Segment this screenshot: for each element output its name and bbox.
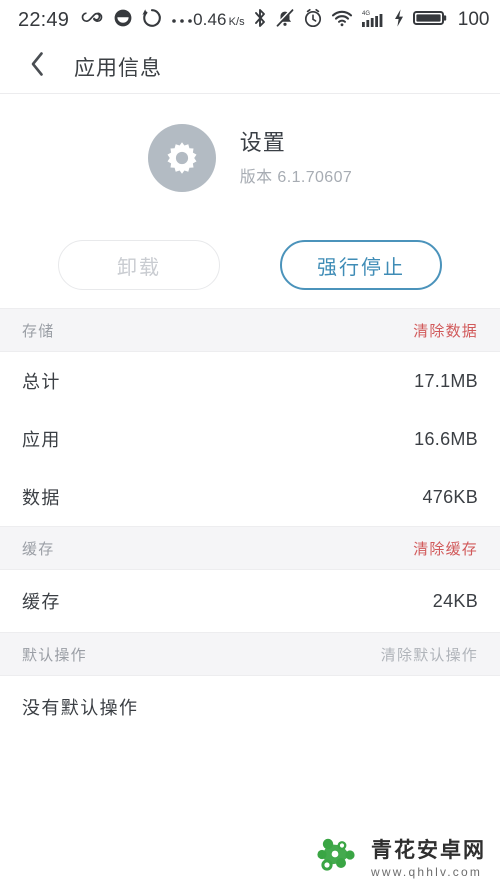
section-title-cache: 缓存 <box>22 540 55 558</box>
alarm-icon <box>303 8 323 33</box>
section-header-cache: 缓存 清除缓存 <box>0 526 500 570</box>
table-row: 总计 17.1MB <box>0 352 500 410</box>
row-label-cache: 缓存 <box>22 592 61 612</box>
title-bar: 应用信息 <box>0 40 500 94</box>
clear-data-button[interactable]: 清除数据 <box>413 320 478 341</box>
watermark-logo-icon <box>316 836 362 881</box>
section-header-default-actions: 默认操作 清除默认操作 <box>0 632 500 676</box>
status-bar-clock: 22:49 <box>18 8 70 31</box>
infinity-icon <box>80 10 104 31</box>
status-bar-right-icons: 0.46 K/s 4G 100 <box>193 7 490 33</box>
row-label-app: 应用 <box>22 430 61 450</box>
status-bar: 22:49 0.46 K/s 4G 100 <box>0 0 500 40</box>
data-rate-unit: K/s <box>228 16 245 28</box>
gear-icon <box>147 124 216 192</box>
more-dots-icon <box>171 11 193 29</box>
battery-percent-label: 100 <box>457 9 490 30</box>
sync-icon <box>142 8 162 33</box>
clear-defaults-button: 清除默认操作 <box>380 646 478 664</box>
app-version: 版本 6.1.70607 <box>239 169 353 187</box>
data-rate-value: 0.46 <box>193 10 227 29</box>
watermark-name: 青花安卓网 <box>371 838 486 862</box>
charging-bolt-icon <box>393 8 405 33</box>
battery-icon <box>412 9 447 32</box>
row-value-data: 476KB <box>422 486 478 507</box>
table-row: 缓存 24KB <box>0 570 500 632</box>
app-meta: 设置 版本 6.1.70607 <box>240 129 352 188</box>
watermark: 青花安卓网 www.qhhlv.com <box>316 836 486 881</box>
data-rate-unit-top: K <box>228 16 236 28</box>
section-title-default-actions: 默认操作 <box>22 646 87 664</box>
action-buttons: 卸载 强行停止 <box>0 222 500 308</box>
watermark-url: www.qhhlv.com <box>371 864 483 879</box>
row-label-total: 总计 <box>22 372 61 392</box>
app-name: 设置 <box>239 129 286 155</box>
section-title-storage: 存储 <box>22 322 55 340</box>
row-label-data: 数据 <box>22 488 61 508</box>
page-title: 应用信息 <box>74 56 162 80</box>
force-stop-button[interactable]: 强行停止 <box>280 240 442 290</box>
svg-text:4G: 4G <box>362 11 370 17</box>
bluetooth-icon <box>253 8 267 33</box>
app-header: 设置 版本 6.1.70607 <box>0 94 500 222</box>
status-bar-left-icons <box>80 8 193 33</box>
data-rate-indicator: 0.46 K/s <box>193 10 245 30</box>
section-header-storage: 存储 清除数据 <box>0 308 500 352</box>
table-row: 没有默认操作 <box>0 676 500 738</box>
wifi-icon <box>331 9 353 32</box>
row-value-cache: 24KB <box>432 590 478 611</box>
clear-cache-button[interactable]: 清除缓存 <box>413 538 478 559</box>
chevron-left-icon <box>28 50 46 83</box>
row-value-total: 17.1MB <box>414 370 478 391</box>
data-rate-unit-bottom: s <box>239 16 245 28</box>
watermark-text: 青花安卓网 www.qhhlv.com <box>371 840 486 878</box>
row-value-app: 16.6MB <box>414 428 478 449</box>
mute-icon <box>275 7 295 33</box>
uninstall-button[interactable]: 卸载 <box>58 240 220 290</box>
table-row: 应用 16.6MB <box>0 410 500 468</box>
table-row: 数据 476KB <box>0 468 500 526</box>
smiley-icon <box>113 8 133 33</box>
row-label-no-defaults: 没有默认操作 <box>22 698 139 718</box>
back-button[interactable] <box>22 52 52 82</box>
signal-bars-icon: 4G <box>361 8 385 33</box>
